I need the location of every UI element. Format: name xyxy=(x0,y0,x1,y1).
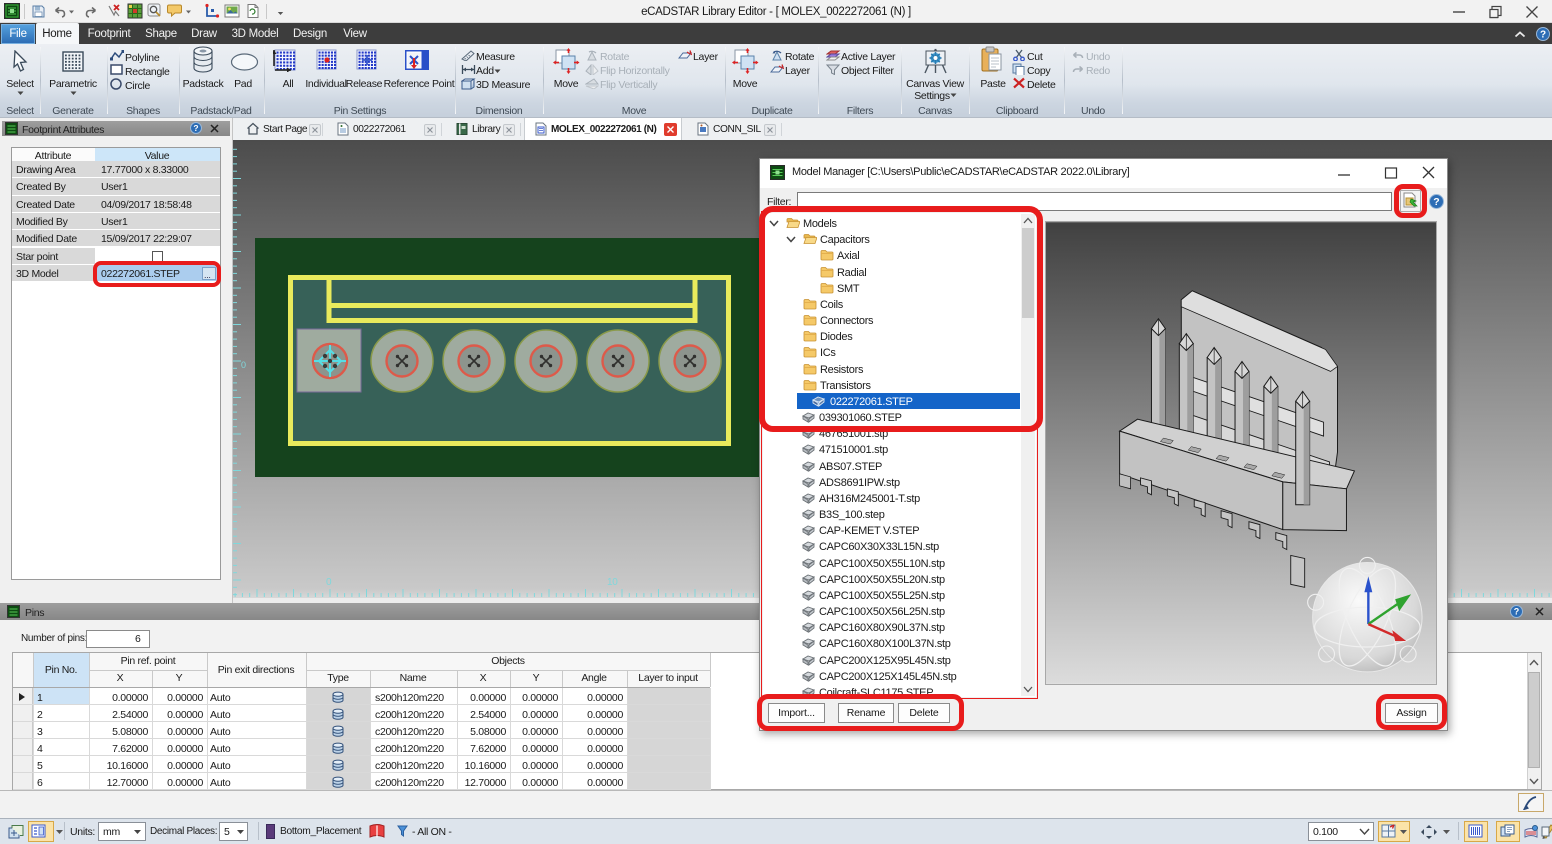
svg-text:?: ? xyxy=(1540,30,1546,41)
svg-text:?: ? xyxy=(1514,607,1520,617)
svg-text:?: ? xyxy=(193,123,198,133)
svg-text:?: ? xyxy=(1433,196,1439,208)
